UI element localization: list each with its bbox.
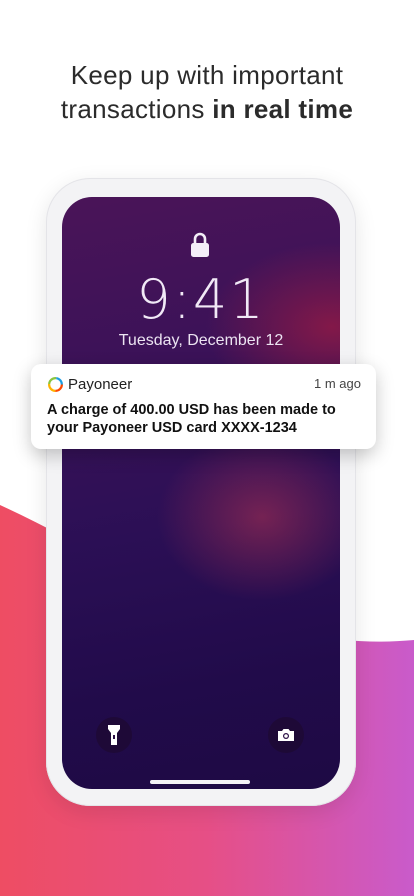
headline-line2-bold: in real time [212,94,354,124]
lockscreen-time: 9:41 [136,268,266,331]
notification-message: A charge of 400.00 USD has been made to … [47,402,336,436]
flashlight-icon [108,725,120,745]
payoneer-logo-icon [48,376,63,392]
notification-time: 1 m ago [314,376,361,391]
notification-app-row: Payoneer [47,375,132,393]
notification-card[interactable]: Payoneer 1 m ago A charge of 400.00 USD … [31,364,376,449]
lockscreen-date: Tuesday, December 12 [118,332,284,349]
headline: Keep up with important transactions in r… [0,58,414,126]
notification-app-name: Payoneer [68,375,133,393]
headline-line2: transactions in real time [0,92,414,126]
headline-line2-regular: transactions [60,94,213,124]
flashlight-button[interactable] [96,717,132,753]
camera-icon [278,729,294,741]
headline-line1: Keep up with important [70,60,344,90]
camera-button[interactable] [268,717,304,753]
lock-icon [191,232,209,257]
home-indicator[interactable] [150,780,250,784]
